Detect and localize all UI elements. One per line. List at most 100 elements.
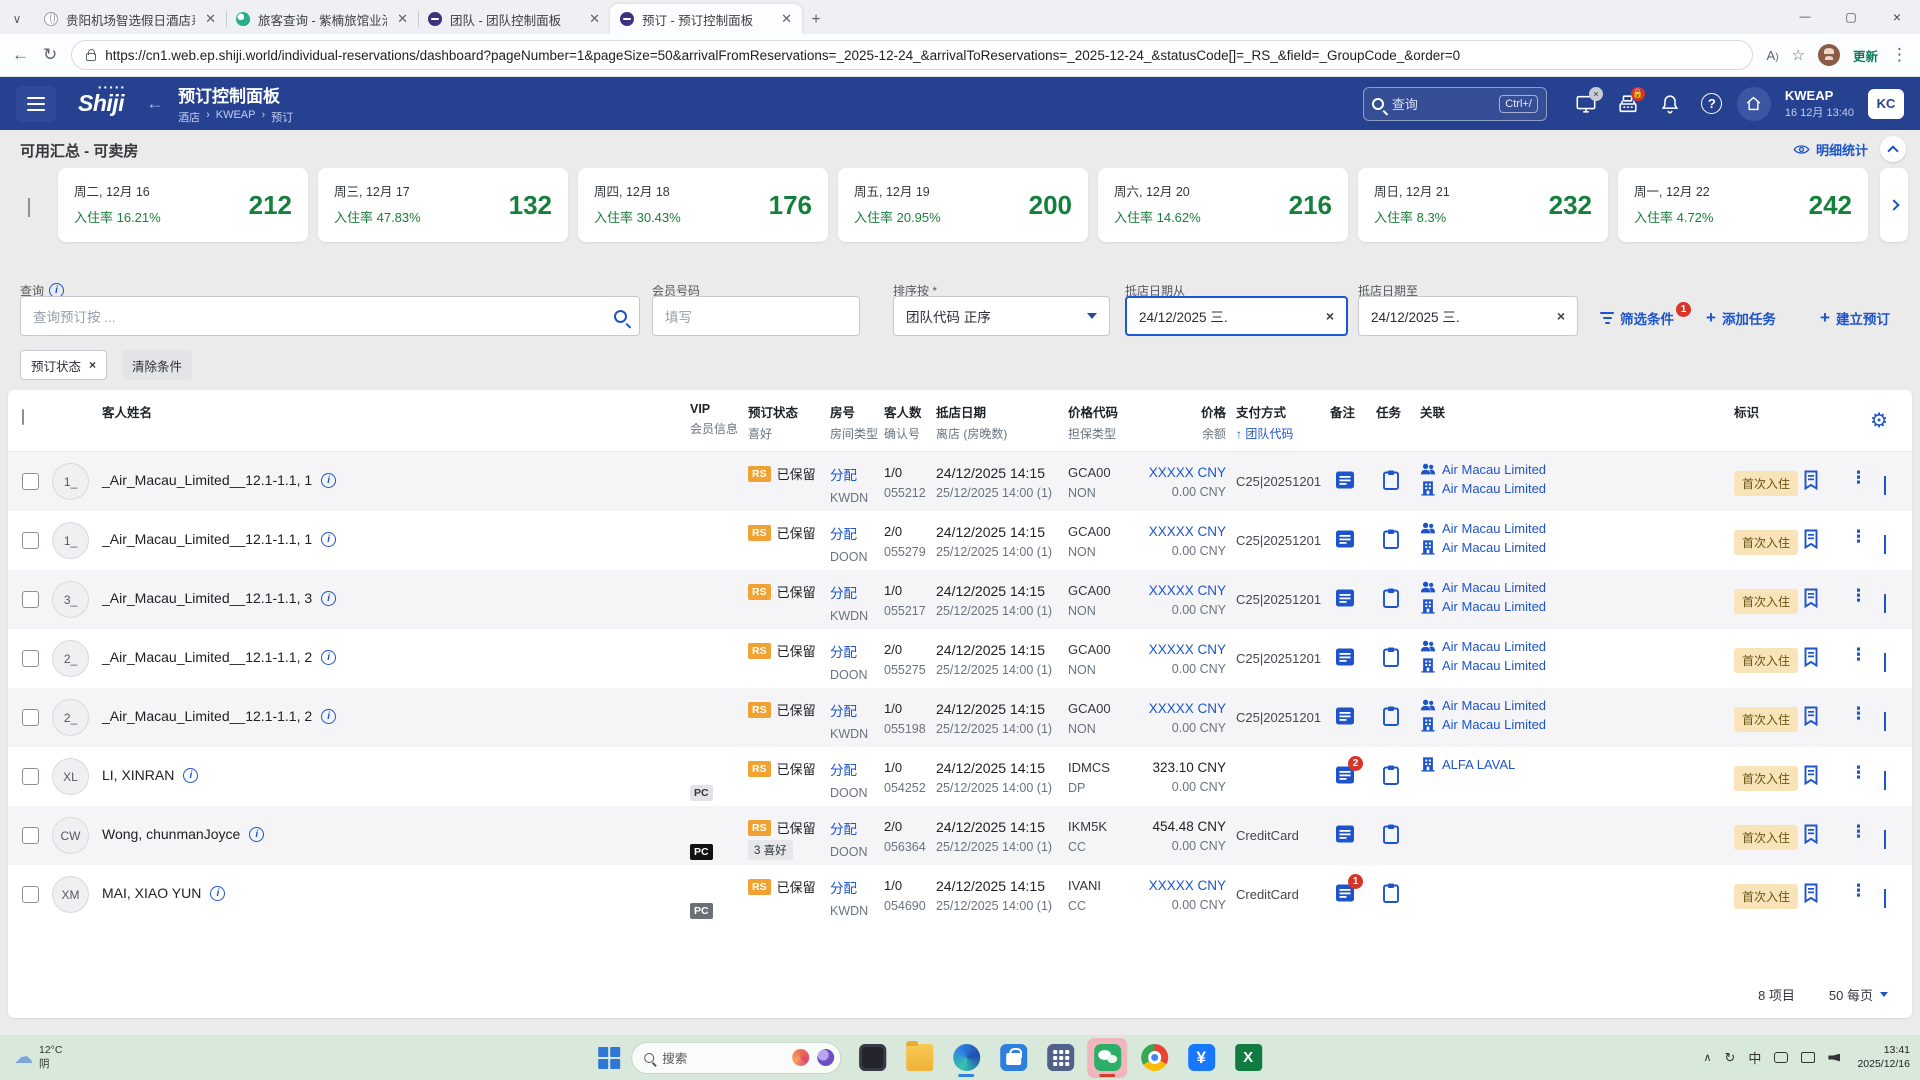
row-checkbox[interactable] — [22, 886, 39, 903]
tray-overflow-chevron-icon[interactable]: ∧ — [1703, 1051, 1711, 1064]
clear-filters-chip[interactable]: 清除条件 — [122, 350, 193, 380]
assign-room-link[interactable]: 分配 — [830, 468, 857, 483]
tab-close-icon[interactable]: ✕ — [203, 11, 218, 27]
help-icon[interactable]: ? — [1691, 84, 1733, 124]
search-icon[interactable] — [614, 309, 627, 323]
notes-button[interactable]: 1 — [1334, 874, 1363, 909]
price-value[interactable]: XXXXX CNY — [1149, 701, 1226, 716]
row-menu-kebab-icon[interactable]: ⋮ — [1850, 881, 1867, 901]
header-back-icon[interactable]: ← — [146, 93, 164, 114]
assign-room-link[interactable]: 分配 — [830, 763, 857, 778]
refresh-icon[interactable]: ↻ — [43, 45, 57, 65]
cards-scroll-left-button[interactable] — [28, 198, 30, 217]
favorites-star-icon[interactable]: ☆ — [1792, 46, 1805, 64]
company-profile-link[interactable]: Air Macau Limited — [1420, 716, 1546, 732]
availability-day-card[interactable]: 周日, 12月 21 入住率 8.3% 232 — [1358, 168, 1608, 242]
company-profile-link[interactable]: ALFA LAVAL — [1420, 756, 1515, 772]
row-menu-kebab-icon[interactable]: ⋮ — [1850, 704, 1867, 724]
folio-button[interactable] — [1800, 764, 1822, 791]
per-page-select[interactable]: 50 每页 — [1829, 985, 1888, 1004]
folio-button[interactable] — [1800, 823, 1822, 850]
tasks-button[interactable] — [1380, 705, 1402, 732]
folio-button[interactable] — [1800, 882, 1822, 909]
availability-day-card[interactable]: 周五, 12月 19 入住率 20.95% 200 — [838, 168, 1088, 242]
group-profile-link[interactable]: Air Macau Limited — [1420, 697, 1546, 713]
minimize-button[interactable]: — — [1782, 0, 1828, 34]
tab-close-icon[interactable]: ✕ — [395, 11, 410, 27]
folio-button[interactable] — [1800, 587, 1822, 614]
clear-icon[interactable]: × — [1557, 308, 1565, 324]
member-number-input[interactable]: 填写 — [652, 296, 860, 336]
row-menu-kebab-icon[interactable]: ⋮ — [1850, 586, 1867, 606]
volume-icon[interactable] — [1828, 1053, 1841, 1062]
tasks-button[interactable] — [1380, 882, 1402, 909]
assign-room-link[interactable]: 分配 — [830, 527, 857, 542]
browser-tab[interactable]: 旅客查询 - 紫楠旅馆业治安信息管 ✕ — [226, 4, 418, 34]
folio-button[interactable] — [1800, 646, 1822, 673]
tasks-button[interactable] — [1380, 587, 1402, 614]
folio-button[interactable] — [1800, 469, 1822, 496]
folio-button[interactable] — [1800, 528, 1822, 555]
create-reservation-button[interactable]: + 建立预订 — [1820, 308, 1890, 328]
global-search-input[interactable]: 查询 Ctrl+/ — [1362, 86, 1547, 121]
price-value[interactable]: XXXXX CNY — [1149, 583, 1226, 598]
browser-menu-kebab-icon[interactable]: ⋮ — [1891, 45, 1908, 65]
browser-tab[interactable]: 贵阳机场智选假日酒店系统网址导 ✕ — [34, 4, 226, 34]
assign-room-link[interactable]: 分配 — [830, 645, 857, 660]
row-checkbox[interactable] — [22, 827, 39, 844]
back-icon[interactable]: ← — [12, 45, 29, 65]
availability-day-card[interactable]: 周四, 12月 18 入住率 30.43% 176 — [578, 168, 828, 242]
query-input[interactable]: 查询预订按 ... — [20, 296, 640, 336]
expand-row-chevron-icon[interactable] — [1884, 476, 1886, 495]
company-profile-link[interactable]: Air Macau Limited — [1420, 480, 1546, 496]
availability-day-card[interactable]: 周二, 12月 16 入住率 16.21% 212 — [58, 168, 308, 242]
info-icon[interactable]: i — [321, 590, 337, 606]
info-icon[interactable]: i — [210, 885, 226, 901]
remove-chip-icon[interactable]: × — [89, 358, 96, 372]
expand-row-chevron-icon[interactable] — [1884, 771, 1886, 790]
row-checkbox[interactable] — [22, 591, 39, 608]
store-app-icon[interactable] — [993, 1038, 1033, 1078]
row-checkbox[interactable] — [22, 709, 39, 726]
expand-row-chevron-icon[interactable] — [1884, 653, 1886, 672]
arrival-from-input[interactable]: 24/12/2025 三. × — [1125, 296, 1348, 336]
tab-close-icon[interactable]: ✕ — [779, 11, 794, 27]
alipay-app-icon[interactable]: ¥ — [1181, 1038, 1221, 1078]
group-profile-link[interactable]: Air Macau Limited — [1420, 579, 1546, 595]
taskbar-search-input[interactable]: 搜索 — [631, 1041, 842, 1074]
info-icon[interactable]: i — [183, 767, 199, 783]
detail-stats-button[interactable]: 明细统计 — [1793, 140, 1868, 159]
arrival-to-input[interactable]: 24/12/2025 三. × — [1358, 296, 1578, 336]
hamburger-menu-icon[interactable] — [16, 85, 56, 122]
browser-tab[interactable]: 团队 - 团队控制面板 ✕ — [418, 4, 610, 34]
tasks-button[interactable] — [1380, 528, 1402, 555]
row-menu-kebab-icon[interactable]: ⋮ — [1850, 468, 1867, 488]
expand-row-chevron-icon[interactable] — [1884, 594, 1886, 613]
assign-room-link[interactable]: 分配 — [830, 822, 857, 837]
calculator-app-icon[interactable] — [1040, 1038, 1080, 1078]
sort-select[interactable]: 团队代码 正序 — [893, 296, 1110, 336]
folder-app-icon[interactable] — [899, 1038, 939, 1078]
price-value[interactable]: XXXXX CNY — [1149, 878, 1226, 893]
group-profile-link[interactable]: Air Macau Limited — [1420, 520, 1546, 536]
weather-widget[interactable]: ☁ 12°C 阴 — [14, 1044, 62, 1070]
taskbar-clock[interactable]: 13:41 2025/12/16 — [1857, 1044, 1910, 1071]
tasks-button[interactable] — [1380, 646, 1402, 673]
breadcrumb-item[interactable]: 预订 — [271, 109, 293, 125]
row-checkbox[interactable] — [22, 532, 39, 549]
workstation-icon[interactable]: × — [1565, 84, 1607, 124]
availability-day-card[interactable]: 周三, 12月 17 入住率 47.83% 132 — [318, 168, 568, 242]
tasks-button[interactable] — [1380, 469, 1402, 496]
expand-row-chevron-icon[interactable] — [1884, 535, 1886, 554]
add-task-button[interactable]: + 添加任务 — [1706, 308, 1776, 328]
notes-button[interactable] — [1334, 705, 1356, 732]
notes-button[interactable] — [1334, 646, 1356, 673]
cards-scroll-right-button[interactable] — [1880, 168, 1908, 242]
maximize-button[interactable]: ▢ — [1828, 0, 1874, 34]
cashier-icon[interactable]: 🔒 — [1607, 84, 1649, 124]
browser-update-button[interactable]: 更新 — [1853, 46, 1878, 65]
address-bar[interactable]: https://cn1.web.ep.shiji.world/individua… — [71, 40, 1753, 70]
expand-row-chevron-icon[interactable] — [1884, 712, 1886, 731]
wechat-app-icon[interactable] — [1087, 1037, 1128, 1078]
table-settings-gear-icon[interactable]: ⚙ — [1870, 408, 1888, 433]
